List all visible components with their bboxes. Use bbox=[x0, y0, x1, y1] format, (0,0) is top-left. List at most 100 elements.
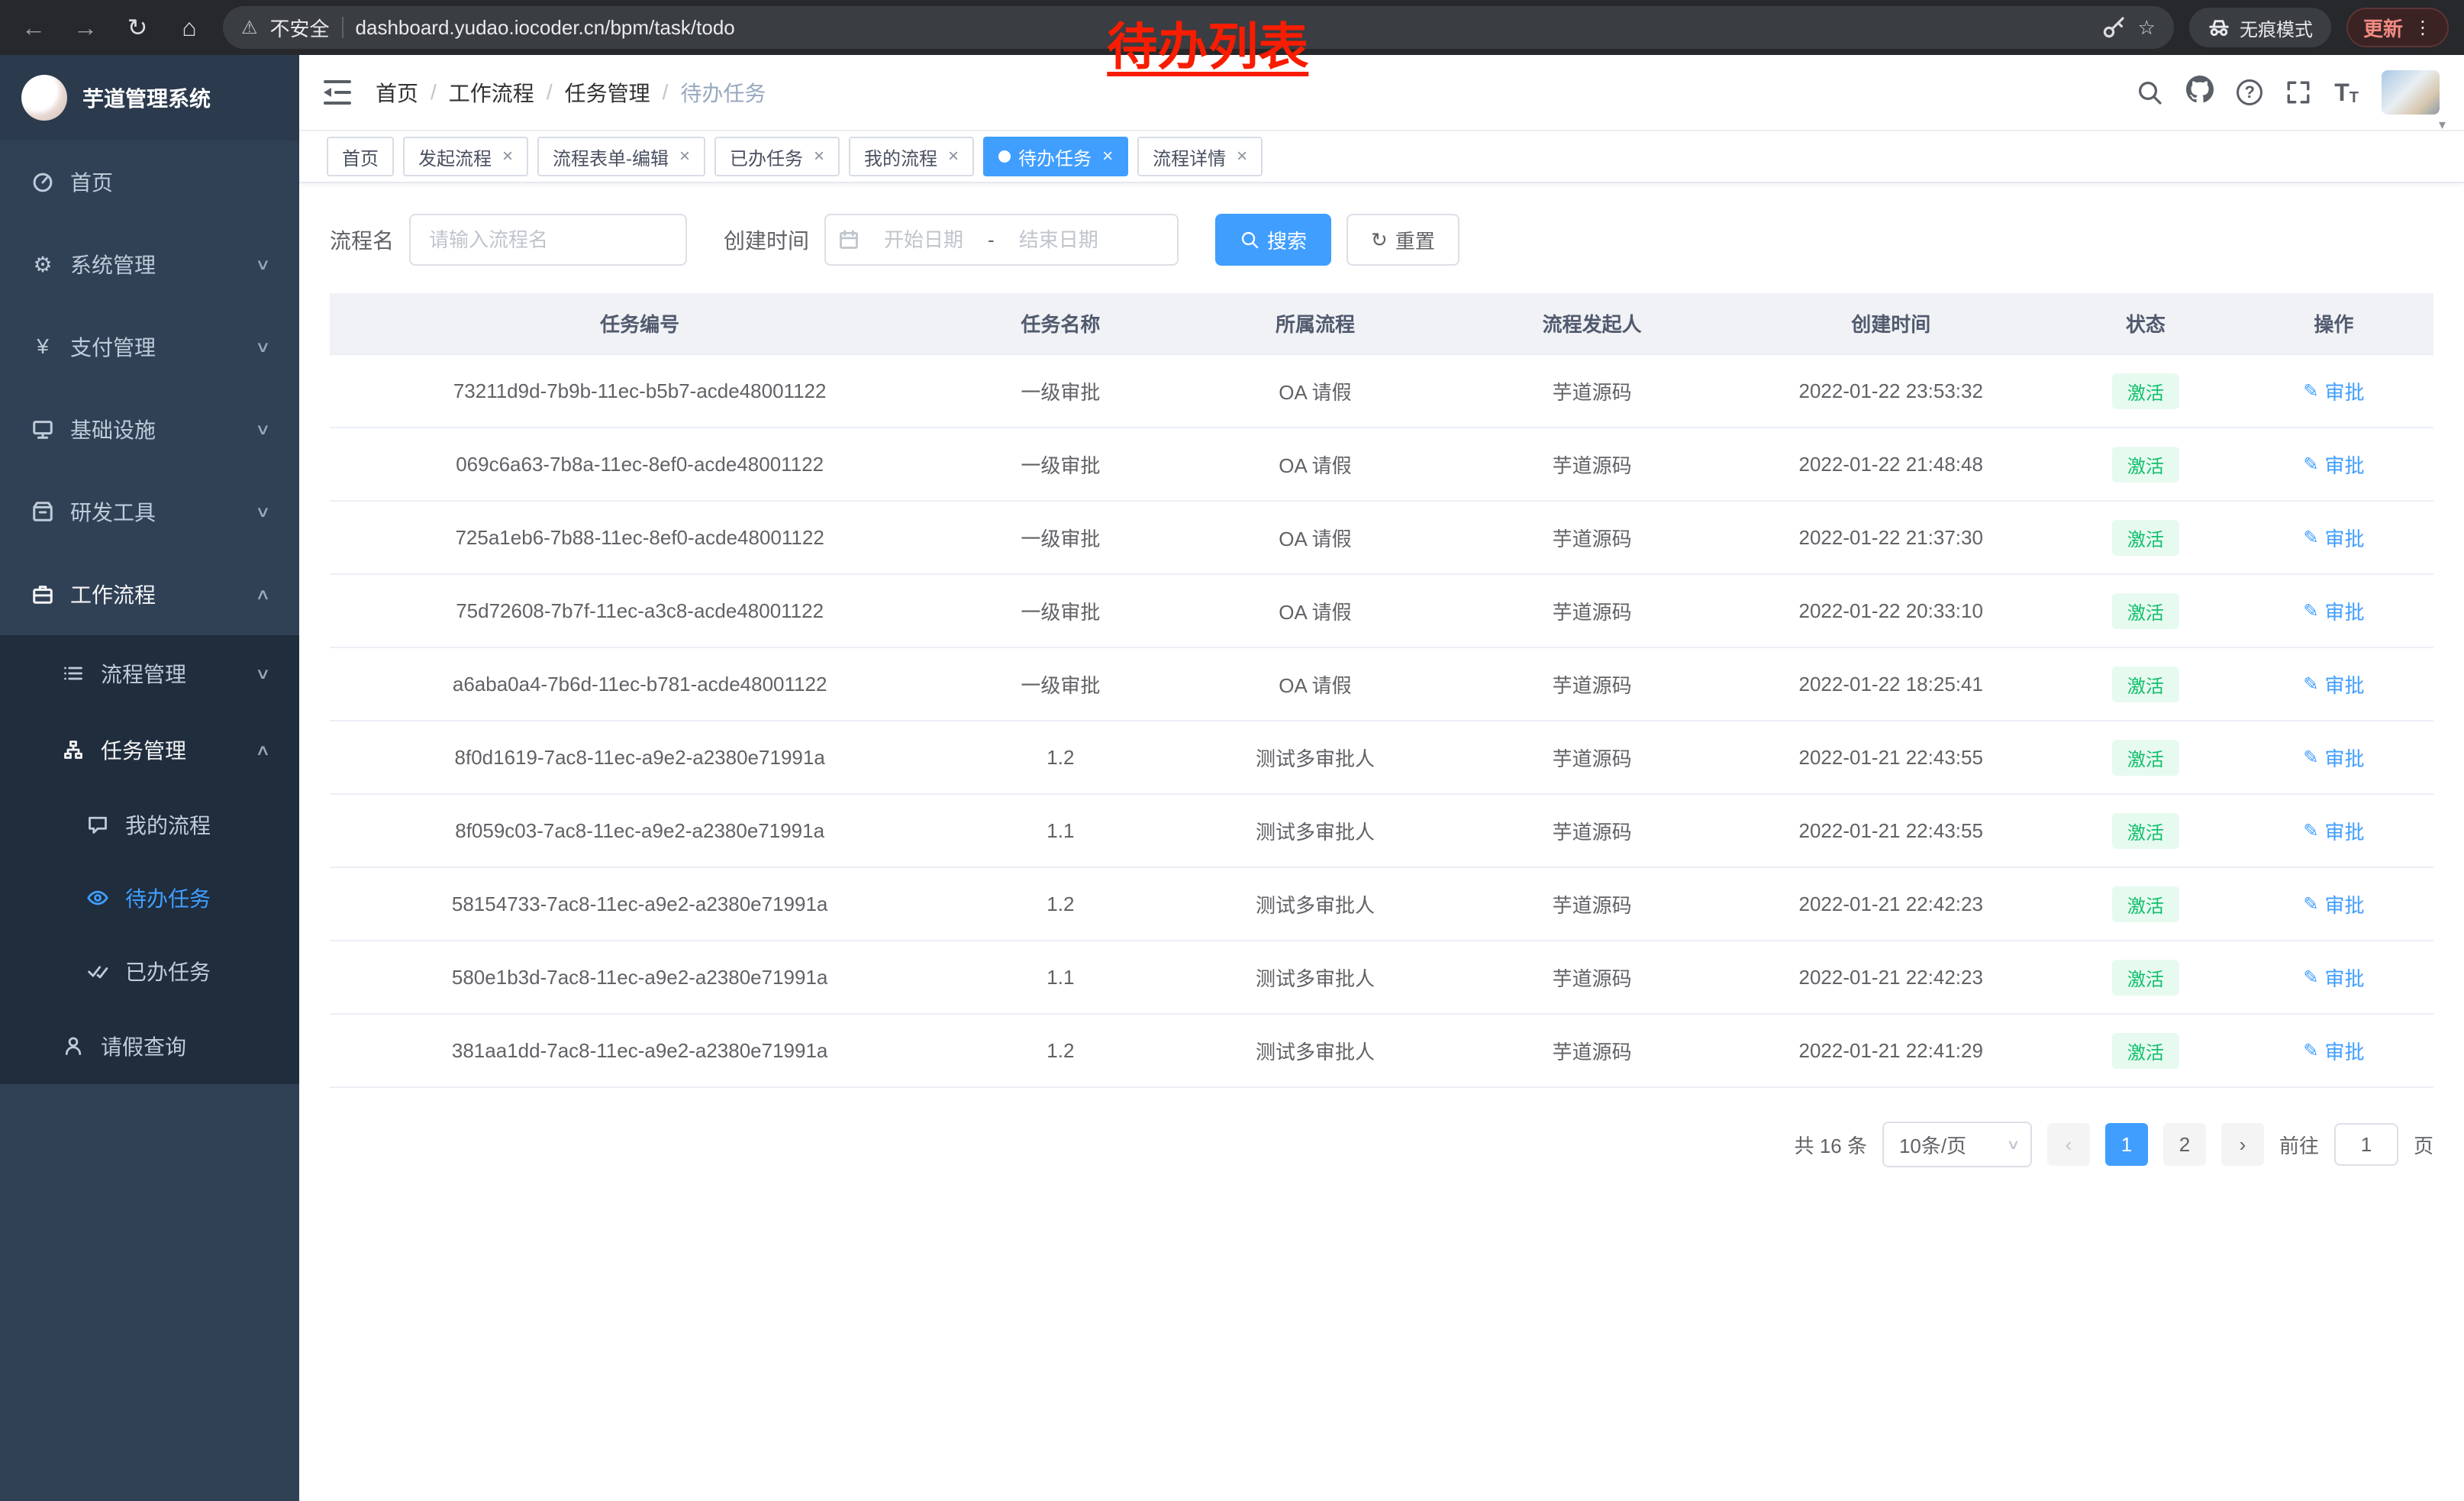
table-row: 75d72608-7b7f-11ec-a3c8-acde48001122 一级审… bbox=[330, 574, 2433, 647]
close-icon[interactable]: × bbox=[948, 146, 959, 167]
approve-link[interactable]: ✎审批 bbox=[2303, 817, 2364, 845]
approve-link[interactable]: ✎审批 bbox=[2303, 377, 2364, 405]
col-task-name: 任务名称 bbox=[950, 293, 1171, 354]
github-icon[interactable] bbox=[2186, 76, 2214, 109]
table-row: 8f0d1619-7ac8-11ec-a9e2-a2380e71991a 1.2… bbox=[330, 721, 2433, 794]
tab-process-form-edit[interactable]: 流程表单-编辑 × bbox=[537, 137, 705, 176]
sidebar-item-my-process[interactable]: 我的流程 bbox=[0, 788, 299, 861]
bookmark-star-icon[interactable]: ☆ bbox=[2138, 16, 2156, 40]
sidebar-item-devtools[interactable]: 研发工具 ∨ bbox=[0, 470, 299, 553]
tab-home[interactable]: 首页 bbox=[327, 137, 394, 176]
sidebar-item-process-mgmt[interactable]: 流程管理 ∨ bbox=[0, 635, 299, 712]
tab-done-task[interactable]: 已办任务 × bbox=[714, 137, 840, 176]
end-date-input[interactable] bbox=[1001, 228, 1117, 252]
chevron-down-icon: ∨ bbox=[255, 664, 270, 683]
reload-icon[interactable]: ↻ bbox=[119, 9, 156, 46]
help-icon[interactable]: ? bbox=[2237, 79, 2262, 105]
home-icon[interactable]: ⌂ bbox=[171, 9, 208, 46]
forward-icon[interactable]: → bbox=[67, 9, 104, 46]
process-name-input[interactable] bbox=[409, 214, 687, 266]
approve-link[interactable]: ✎审批 bbox=[2303, 670, 2364, 699]
status-badge: 激活 bbox=[2112, 520, 2179, 556]
start-date-input[interactable] bbox=[866, 228, 982, 252]
status-badge: 激活 bbox=[2112, 667, 2179, 702]
page-button-1[interactable]: 1 bbox=[2105, 1123, 2148, 1166]
font-size-icon[interactable]: TT bbox=[2334, 79, 2359, 107]
breadcrumb-item[interactable]: 首页 bbox=[376, 77, 418, 108]
chevron-up-icon: ∧ bbox=[255, 585, 270, 604]
user-menu[interactable]: ▾ bbox=[2382, 70, 2440, 115]
approve-link[interactable]: ✎审批 bbox=[2303, 964, 2364, 992]
goto-page-input[interactable] bbox=[2334, 1123, 2398, 1166]
close-icon[interactable]: × bbox=[814, 146, 824, 167]
approve-link[interactable]: ✎审批 bbox=[2303, 597, 2364, 625]
table-row: 580e1b3d-7ac8-11ec-a9e2-a2380e71991a 1.1… bbox=[330, 941, 2433, 1014]
sidebar-item-workflow[interactable]: 工作流程 ∧ bbox=[0, 553, 299, 635]
approve-link[interactable]: ✎审批 bbox=[2303, 890, 2364, 918]
approve-link[interactable]: ✎审批 bbox=[2303, 524, 2364, 552]
tab-process-detail[interactable]: 流程详情 × bbox=[1137, 137, 1263, 176]
page-button-2[interactable]: 2 bbox=[2163, 1123, 2206, 1166]
back-icon[interactable]: ← bbox=[15, 9, 52, 46]
tab-my-process[interactable]: 我的流程 × bbox=[849, 137, 974, 176]
sidebar-item-home[interactable]: 首页 bbox=[0, 140, 299, 223]
chevron-down-icon: ∨ bbox=[255, 502, 270, 521]
sidebar-item-done-task[interactable]: 已办任务 bbox=[0, 934, 299, 1008]
tags-view: 首页 发起流程 × 流程表单-编辑 × 已办任务 × 我的流程 × bbox=[299, 131, 2464, 183]
page-size-select[interactable]: 10条/页 ∨ bbox=[1882, 1122, 2032, 1167]
sidebar-item-system[interactable]: ⚙ 系统管理 ∨ bbox=[0, 223, 299, 305]
close-icon[interactable]: × bbox=[1237, 146, 1247, 167]
tab-todo-task[interactable]: 待办任务 × bbox=[983, 137, 1128, 176]
breadcrumb: 首页 / 工作流程 / 任务管理 / 待办任务 bbox=[376, 77, 2111, 108]
breadcrumb-item[interactable]: 任务管理 bbox=[565, 77, 650, 108]
update-button[interactable]: 更新 ⋮ bbox=[2346, 8, 2449, 47]
edit-icon: ✎ bbox=[2303, 747, 2318, 769]
search-icon[interactable] bbox=[2136, 79, 2163, 106]
close-icon[interactable]: × bbox=[502, 146, 513, 167]
search-button[interactable]: 搜索 bbox=[1215, 214, 1331, 266]
avatar[interactable] bbox=[2382, 70, 2440, 115]
approve-link[interactable]: ✎审批 bbox=[2303, 450, 2364, 479]
app-title: 芋道管理系统 bbox=[82, 82, 211, 113]
edit-icon: ✎ bbox=[2303, 380, 2318, 402]
status-badge: 激活 bbox=[2112, 813, 2179, 849]
security-label[interactable]: 不安全 bbox=[270, 14, 330, 42]
approve-link[interactable]: ✎审批 bbox=[2303, 1037, 2364, 1065]
tab-start-process[interactable]: 发起流程 × bbox=[403, 137, 528, 176]
filter-bar: 流程名 创建时间 - 搜索 bbox=[330, 214, 2433, 266]
chevron-down-icon: ∨ bbox=[255, 420, 270, 439]
status-badge: 激活 bbox=[2112, 960, 2179, 996]
sidebar-toggle-icon[interactable] bbox=[324, 80, 351, 105]
range-separator: - bbox=[988, 228, 995, 252]
browser-menu-icon[interactable]: ⋮ bbox=[2414, 17, 2432, 39]
org-icon bbox=[61, 739, 85, 760]
close-icon[interactable]: × bbox=[679, 146, 690, 167]
list-icon bbox=[61, 663, 85, 684]
update-label: 更新 bbox=[2363, 14, 2403, 42]
next-page-button[interactable]: › bbox=[2221, 1123, 2264, 1166]
close-icon[interactable]: × bbox=[1102, 146, 1113, 167]
prev-page-button[interactable]: ‹ bbox=[2047, 1123, 2090, 1166]
url-text[interactable]: dashboard.yudao.iocoder.cn/bpm/task/todo bbox=[356, 16, 735, 40]
fullscreen-icon[interactable] bbox=[2285, 79, 2311, 105]
todo-task-table: 任务编号 任务名称 所属流程 流程发起人 创建时间 状态 操作 73211d9d… bbox=[330, 293, 2433, 1088]
incognito-icon bbox=[2208, 16, 2230, 39]
sidebar-item-infra[interactable]: 基础设施 ∨ bbox=[0, 388, 299, 470]
dashboard-icon bbox=[31, 170, 55, 193]
password-key-icon[interactable] bbox=[2101, 15, 2126, 40]
status-badge: 激活 bbox=[2112, 740, 2179, 776]
sidebar-item-pay[interactable]: ¥ 支付管理 ∨ bbox=[0, 305, 299, 388]
status-badge: 激活 bbox=[2112, 1033, 2179, 1069]
approve-link[interactable]: ✎审批 bbox=[2303, 744, 2364, 772]
edit-icon: ✎ bbox=[2303, 673, 2318, 696]
sidebar-item-todo-task[interactable]: 待办任务 bbox=[0, 861, 299, 934]
content: 流程名 创建时间 - 搜索 bbox=[299, 183, 2464, 1189]
reset-button[interactable]: ↻ 重置 bbox=[1346, 214, 1459, 266]
sidebar-item-task-mgmt[interactable]: 任务管理 ∧ bbox=[0, 712, 299, 788]
date-range-picker[interactable]: - bbox=[824, 214, 1179, 266]
edit-icon: ✎ bbox=[2303, 820, 2318, 842]
sidebar-item-leave-query[interactable]: 请假查询 bbox=[0, 1008, 299, 1084]
breadcrumb-item[interactable]: 工作流程 bbox=[449, 77, 534, 108]
app-logo[interactable]: 芋道管理系统 bbox=[0, 55, 299, 140]
edit-icon: ✎ bbox=[2303, 454, 2318, 476]
